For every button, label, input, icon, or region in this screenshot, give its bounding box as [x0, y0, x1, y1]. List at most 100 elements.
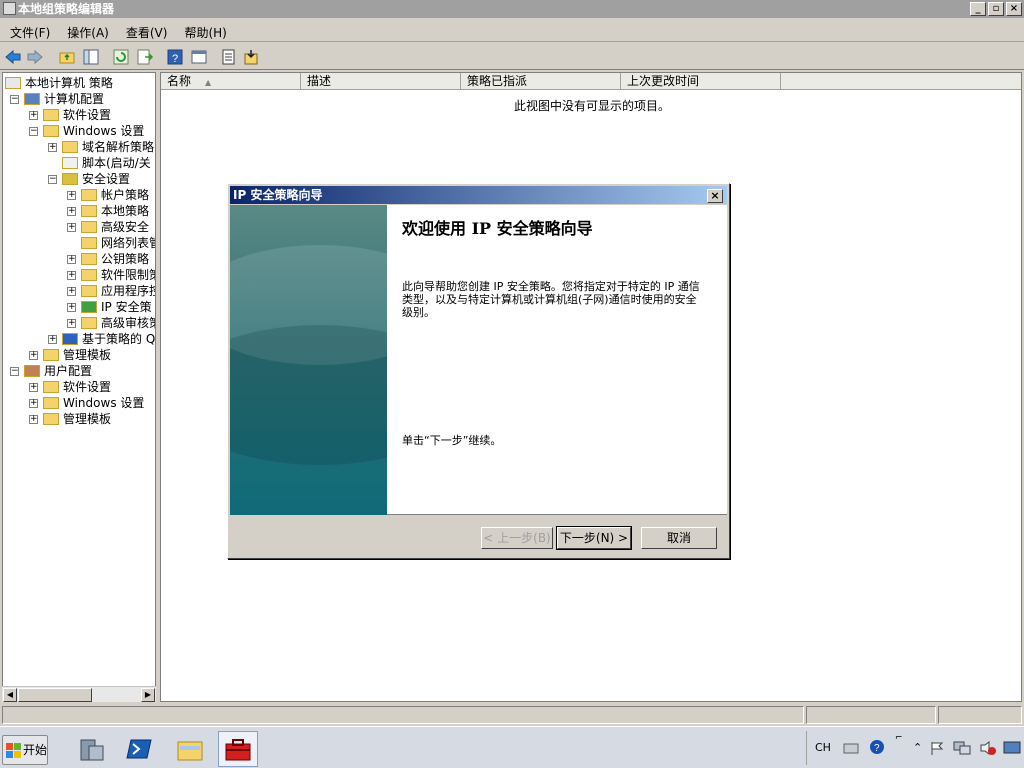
script-icon	[62, 157, 78, 169]
expand-icon[interactable]: +	[67, 255, 76, 264]
tree-item-label: 软件设置	[63, 108, 112, 122]
next-button[interactable]: 下一步(N) >	[556, 526, 632, 550]
ime-options-icon[interactable]: ⌐	[895, 733, 903, 743]
language-indicator[interactable]: CH	[815, 741, 831, 754]
expand-icon[interactable]: +	[29, 351, 38, 360]
tree-item-label: 本地策略	[101, 204, 150, 218]
expand-icon[interactable]: +	[48, 335, 57, 344]
minimize-button[interactable]: _	[970, 2, 986, 16]
folder-icon	[43, 381, 59, 393]
taskbar-group-policy-editor[interactable]	[218, 731, 258, 767]
menu-view[interactable]: 查看(V)	[116, 20, 175, 41]
back-icon[interactable]	[4, 48, 22, 66]
window-titlebar: 本地组策略编辑器 _ ▫ ×	[0, 0, 1024, 18]
collapse-icon[interactable]: −	[10, 95, 19, 104]
taskbar-powershell[interactable]	[120, 731, 160, 767]
folder-icon	[62, 141, 78, 153]
network-icon[interactable]	[953, 740, 971, 756]
collapse-icon[interactable]: −	[48, 175, 57, 184]
expand-icon[interactable]: +	[29, 111, 38, 120]
properties-view-icon[interactable]	[190, 48, 208, 66]
sort-ascending-icon: ▲	[205, 78, 212, 87]
column-assigned-label: 策略已指派	[467, 74, 528, 88]
expand-icon[interactable]: +	[67, 223, 76, 232]
taskbar: 开始 CH ? ⌐ ⌃	[0, 726, 1024, 768]
forward-icon[interactable]	[26, 48, 44, 66]
show-desktop-icon[interactable]	[1003, 740, 1021, 756]
expand-icon[interactable]: +	[67, 319, 76, 328]
policy-document-icon[interactable]	[220, 48, 238, 66]
close-button[interactable]: ×	[1006, 2, 1022, 16]
expand-icon[interactable]: +	[67, 303, 76, 312]
tree-item-label: 管理模板	[63, 348, 112, 362]
expand-icon[interactable]: +	[67, 207, 76, 216]
toolbar: ?	[0, 44, 1024, 70]
ipsec-icon	[81, 301, 97, 313]
column-header-modified[interactable]: 上次更改时间	[621, 73, 781, 90]
taskbar-explorer[interactable]	[170, 731, 210, 767]
scroll-right-button[interactable]: ▶	[141, 688, 155, 702]
keyboard-icon[interactable]	[843, 741, 859, 755]
cancel-button[interactable]: 取消	[641, 527, 717, 549]
tree-item-label: 帐户策略	[101, 188, 150, 202]
expand-icon[interactable]: +	[67, 287, 76, 296]
column-header-name[interactable]: 名称 ▲	[161, 73, 301, 90]
expand-icon[interactable]: +	[29, 383, 38, 392]
expand-icon[interactable]: +	[29, 415, 38, 424]
tree-item-label: Windows 设置	[63, 124, 145, 138]
help-icon[interactable]: ?	[166, 48, 184, 66]
expand-icon[interactable]: +	[67, 271, 76, 280]
scroll-left-button[interactable]: ◀	[3, 688, 17, 702]
tree-horizontal-scrollbar[interactable]: ◀ ▶	[2, 686, 156, 702]
tree-item-label: 软件限制策	[101, 268, 156, 282]
column-header-description[interactable]: 描述	[301, 73, 461, 90]
column-header-assigned[interactable]: 策略已指派	[461, 73, 621, 90]
menu-action[interactable]: 操作(A)	[57, 20, 116, 41]
tree-item-label: 高级安全	[101, 220, 150, 234]
wizard-description: 此向导帮助您创建 IP 安全策略。您将指定对于特定的 IP 通信类型，以及与特定…	[402, 280, 700, 319]
collapse-icon[interactable]: −	[10, 367, 19, 376]
empty-list-message: 此视图中没有可显示的项目。	[514, 99, 671, 113]
show-tree-icon[interactable]	[82, 48, 100, 66]
user-icon	[24, 365, 40, 377]
tree-item-label: 公钥策略	[101, 252, 150, 266]
show-hidden-icons[interactable]: ⌃	[913, 741, 922, 754]
start-button[interactable]: 开始	[2, 735, 48, 765]
tree-item-label: 安全设置	[82, 172, 131, 186]
policy-icon	[5, 77, 21, 89]
svg-text:?: ?	[874, 743, 880, 754]
expand-icon[interactable]: +	[29, 399, 38, 408]
wizard-banner-image	[230, 205, 387, 515]
refresh-icon[interactable]	[112, 48, 130, 66]
toolbox-icon	[225, 739, 251, 761]
folder-icon	[81, 221, 97, 233]
volume-muted-icon[interactable]	[979, 740, 997, 756]
dialog-close-button[interactable]: ×	[707, 189, 723, 203]
restore-button[interactable]: ▫	[988, 2, 1004, 16]
collapse-icon[interactable]: −	[29, 127, 38, 136]
tree-item-label: 网络列表管	[101, 236, 156, 250]
ip-security-wizard-dialog: IP 安全策略向导 × 欢迎使用 IP 安全策略向导 此向导帮助您创建 IP 安…	[227, 183, 730, 559]
scroll-thumb[interactable]	[18, 688, 92, 702]
start-label: 开始	[23, 743, 48, 757]
assign-policy-icon[interactable]	[242, 48, 260, 66]
dialog-body: 欢迎使用 IP 安全策略向导 此向导帮助您创建 IP 安全策略。您将指定对于特定…	[230, 205, 727, 515]
folder-icon	[81, 237, 97, 249]
taskbar-server-manager[interactable]	[72, 731, 112, 767]
expand-icon[interactable]: +	[67, 191, 76, 200]
windows-logo-icon	[6, 743, 21, 758]
status-panel-2	[806, 706, 936, 724]
expand-icon[interactable]: +	[48, 143, 57, 152]
up-folder-icon[interactable]	[58, 48, 76, 66]
column-header-filler	[781, 73, 1021, 90]
tree-item-label: 基于策略的 Q	[82, 332, 156, 346]
help-tray-icon[interactable]: ?	[869, 739, 885, 755]
action-center-flag-icon[interactable]	[929, 740, 945, 756]
back-button[interactable]: < 上一步(B)	[481, 527, 553, 549]
folder-icon	[43, 413, 59, 425]
chart-icon	[62, 333, 78, 345]
export-list-icon[interactable]	[136, 48, 154, 66]
menu-help[interactable]: 帮助(H)	[174, 20, 233, 41]
menu-file[interactable]: 文件(F)	[0, 20, 57, 41]
dialog-title: IP 安全策略向导	[233, 188, 323, 202]
